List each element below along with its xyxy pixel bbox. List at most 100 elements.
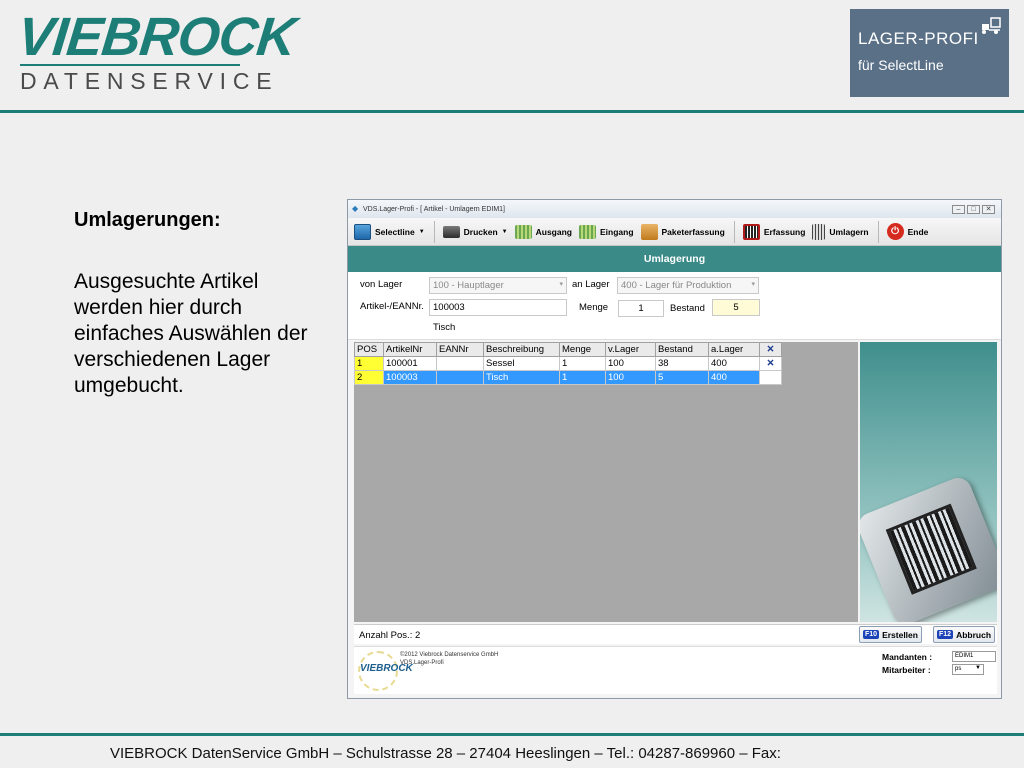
cell-alager: 400: [708, 370, 760, 385]
header-divider: [0, 110, 1024, 113]
eingang-button[interactable]: Eingang: [578, 224, 634, 239]
cell-bestand: 5: [655, 370, 709, 385]
cell-artikelnr: 100003: [383, 370, 437, 385]
cell-artikelnr: 100001: [383, 356, 437, 371]
cell-pos: 2: [354, 370, 384, 385]
mitarbeiter-select[interactable]: ps ▼: [952, 664, 984, 675]
column-header-bestand[interactable]: Bestand: [655, 342, 709, 357]
column-header-beschreibung[interactable]: Beschreibung: [483, 342, 560, 357]
column-header-delete: ✕: [759, 342, 782, 357]
von-lager-label: von Lager: [360, 279, 403, 290]
paketerfassung-button[interactable]: Paketerfassung: [640, 223, 725, 240]
column-header-vlager[interactable]: v.Lager: [605, 342, 656, 357]
dropdown-caret-icon: ▼: [501, 228, 508, 235]
slide-footer: VIEBROCK DatenService GmbH – Schulstrass…: [110, 745, 781, 762]
column-header-pos[interactable]: POS: [354, 342, 384, 357]
drucken-button[interactable]: Drucken ▼: [442, 225, 508, 238]
von-lager-select[interactable]: 100 - Hauptlager: [429, 277, 567, 294]
minimize-icon[interactable]: –: [952, 205, 965, 214]
cell-vlager: 100: [605, 356, 656, 371]
artikel-name: Tisch: [433, 322, 456, 333]
window-title: VDS.Lager-Profi - [ Artikel - Umlagern E…: [363, 205, 505, 213]
mandant-label: Mandanten :: [882, 652, 933, 662]
ende-button[interactable]: ⏻ Ende: [886, 223, 928, 240]
column-header-eannr[interactable]: EANNr: [436, 342, 484, 357]
lager-profi-badge: LAGER-PROFI für SelectLine: [850, 9, 1009, 97]
badge-subtitle: für SelectLine: [858, 57, 944, 73]
side-decoration-panel: [860, 342, 997, 622]
cell-eannr: [436, 370, 484, 385]
app-icon: ◆: [352, 204, 359, 213]
delete-row-icon[interactable]: ✕: [759, 370, 782, 385]
column-header-artikelnr[interactable]: ArtikelNr: [383, 342, 437, 357]
cell-eannr: [436, 356, 484, 371]
table-row[interactable]: 2 100003 Tisch 1 100 5 400 ✕: [354, 370, 782, 385]
f12-key-badge: F12: [937, 630, 954, 639]
position-count: Anzahl Pos.: 2: [359, 630, 421, 641]
artikel-input[interactable]: 100003: [429, 299, 567, 316]
table-header-row: POS ArtikelNr EANNr Beschreibung Menge v…: [354, 342, 782, 357]
outgoing-icon: [514, 224, 532, 239]
logo-subtitle: DATENSERVICE: [20, 68, 279, 94]
info-footer: VIEBROCK ©2012 Viebrock Datenservice Gmb…: [354, 646, 997, 694]
bestand-field: 5: [712, 299, 760, 316]
column-header-alager[interactable]: a.Lager: [708, 342, 760, 357]
column-header-menge[interactable]: Menge: [559, 342, 606, 357]
app-window: ◆ VDS.Lager-Profi - [ Artikel - Umlagern…: [347, 199, 1002, 699]
an-lager-select[interactable]: 400 - Lager für Produktion: [617, 277, 759, 294]
barcode-icon: [885, 503, 977, 595]
window-controls: – □ ✕: [952, 205, 995, 214]
cell-vlager: 100: [605, 370, 656, 385]
ausgang-button[interactable]: Ausgang: [514, 224, 572, 239]
copyright-info: ©2012 Viebrock Datenservice GmbH VDS.Lag…: [400, 652, 499, 666]
package-icon: [640, 223, 658, 240]
cell-bestand: 38: [655, 356, 709, 371]
slide-description: Ausgesuchte Artikel werden hier durch ei…: [74, 270, 308, 397]
cell-beschreibung: Tisch: [483, 370, 560, 385]
selectline-icon: [354, 223, 371, 240]
mandant-field: EDIM1: [952, 651, 996, 662]
menge-label: Menge: [579, 302, 609, 313]
cell-pos: 1: [354, 356, 384, 371]
toolbar-separator: [733, 220, 735, 243]
mitarbeiter-label: Mitarbeiter :: [882, 665, 931, 675]
close-icon[interactable]: ✕: [982, 205, 995, 214]
logo-divider: [20, 64, 240, 66]
table-row[interactable]: 1 100001 Sessel 1 100 38 400 ✕: [354, 356, 782, 371]
umlagern-button[interactable]: Umlagern: [812, 223, 869, 240]
transfer-icon: [812, 223, 826, 240]
toolbar-separator: [877, 220, 879, 243]
transfer-form: von Lager 100 - Hauptlager an Lager 400 …: [348, 272, 1001, 340]
status-bar: Anzahl Pos.: 2 F10 Erstellen F12 Abbruch: [354, 624, 997, 644]
forklift-icon: [982, 17, 1001, 34]
positions-table: POS ArtikelNr EANNr Beschreibung Menge v…: [354, 342, 782, 385]
an-lager-label: an Lager: [572, 279, 610, 290]
selectline-button[interactable]: Selectline ▼: [354, 223, 425, 240]
main-toolbar: Selectline ▼ Drucken ▼ Ausgang Eingang P…: [348, 218, 1001, 246]
bestand-label: Bestand: [670, 303, 705, 314]
erstellen-button[interactable]: F10 Erstellen: [859, 626, 922, 643]
section-banner: Umlagerung: [348, 246, 1001, 272]
printer-icon: [442, 225, 460, 238]
barcode-scanner-icon: [860, 473, 997, 622]
maximize-icon[interactable]: □: [967, 205, 980, 214]
dropdown-caret-icon: ▼: [418, 228, 425, 235]
incoming-icon: [578, 224, 596, 239]
window-titlebar: ◆ VDS.Lager-Profi - [ Artikel - Umlagern…: [348, 200, 1001, 218]
abbruch-button[interactable]: F12 Abbruch: [933, 626, 996, 643]
slide-heading: Umlagerungen:: [74, 209, 221, 231]
power-icon: ⏻: [886, 223, 904, 240]
cell-menge: 1: [559, 370, 606, 385]
viebrock-logo: VIEBROCK: [14, 7, 299, 67]
cell-beschreibung: Sessel: [483, 356, 560, 371]
barcode-capture-icon: [742, 223, 760, 240]
delete-row-icon[interactable]: ✕: [759, 356, 782, 371]
menge-input[interactable]: 1: [618, 300, 664, 317]
artikel-label: Artikel-/EANNr.: [360, 301, 424, 312]
dropdown-caret-icon: ▼: [975, 665, 981, 671]
cell-alager: 400: [708, 356, 760, 371]
toolbar-separator: [433, 220, 435, 243]
erfassung-button[interactable]: Erfassung: [742, 223, 805, 240]
positions-grid: POS ArtikelNr EANNr Beschreibung Menge v…: [354, 342, 858, 622]
f10-key-badge: F10: [863, 630, 880, 639]
